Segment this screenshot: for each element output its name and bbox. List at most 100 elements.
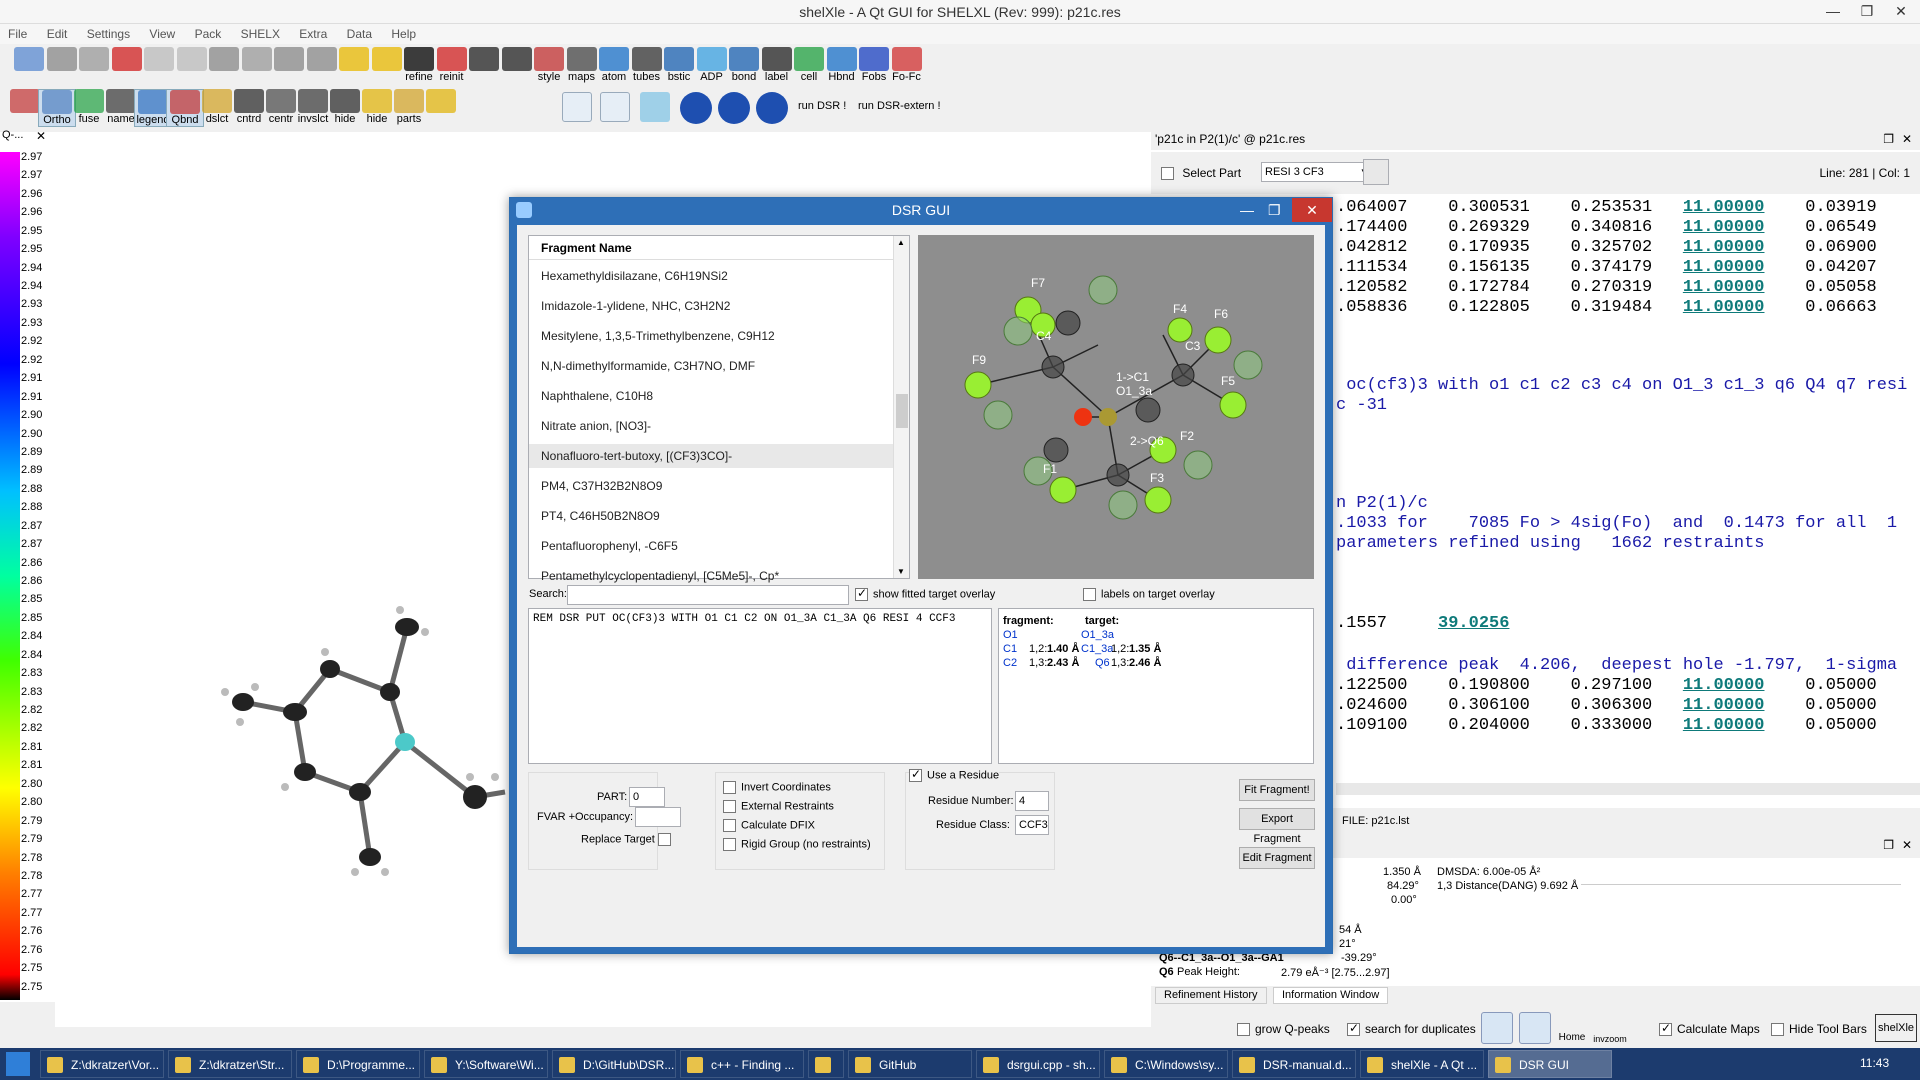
external-restraints-checkbox[interactable] [723, 800, 736, 813]
taskbar-item[interactable] [808, 1050, 844, 1078]
close-legend-icon[interactable]: ✕ [36, 129, 46, 143]
fragment-list-item[interactable]: Imidazole-1-ylidene, NHC, C3H2N2 [529, 294, 895, 318]
grow-qpeaks-checkbox[interactable] [1237, 1023, 1250, 1037]
run-dsr-extern-link[interactable]: run DSR-extern ! [858, 100, 941, 112]
res-file-text[interactable]: .064007 0.300531 0.253531 11.00000 0.039… [1336, 198, 1920, 778]
fragment-list-item[interactable]: N,N-dimethylformamide, C3H7NO, DMF [529, 354, 895, 378]
fragment-list-item[interactable]: Pentafluorophenyl, -C6F5 [529, 534, 895, 558]
hide-toolbars-checkbox[interactable] [1771, 1023, 1784, 1037]
menu-pack[interactable]: Pack [187, 24, 230, 44]
edit-fragment-button[interactable]: Edit Fragment [1239, 847, 1315, 869]
taskbar-item[interactable]: dsrgui.cpp - sh... [976, 1050, 1100, 1078]
menu-data[interactable]: Data [339, 24, 380, 44]
close-icon[interactable]: ✕ [1902, 838, 1912, 852]
taskbar-item[interactable]: D:\Programme... [296, 1050, 420, 1078]
fragment-search-input[interactable] [567, 585, 849, 605]
scroll-down-icon[interactable]: ▼ [897, 567, 905, 576]
toolbar-fofc-button[interactable]: Fo-Fc [888, 47, 926, 85]
maximize-button[interactable]: ❐ [1850, 0, 1884, 24]
menu-help[interactable]: Help [383, 24, 424, 44]
fvar-input[interactable] [635, 807, 681, 827]
taskbar-item[interactable]: Z:\dkratzer\Str... [168, 1050, 292, 1078]
dsr-icon-1[interactable] [680, 92, 712, 124]
dsr-icon-3[interactable] [756, 92, 788, 124]
home-button[interactable]: Home [1555, 1012, 1589, 1044]
font-down-icon [501, 47, 532, 71]
menu-shelx[interactable]: SHELX [233, 24, 288, 44]
replace-target-checkbox[interactable] [657, 833, 671, 846]
taskbar-app-icon [1239, 1057, 1255, 1073]
info-value: DMSDA: 6.00e-05 Å² [1437, 866, 1541, 878]
close-dialog-icon[interactable]: ✕ [1292, 198, 1332, 222]
dsr-command-text[interactable]: REM DSR PUT OC(CF3)3 WITH O1 C1 C2 ON O1… [528, 608, 992, 764]
scrollbar-thumb[interactable] [896, 394, 908, 428]
zoom-in-view-icon[interactable] [562, 92, 592, 122]
zoom-out-view-icon[interactable] [600, 92, 630, 122]
shelxle-button[interactable]: shelXle [1875, 1014, 1917, 1042]
taskbar-item[interactable]: DSR GUI [1488, 1050, 1612, 1078]
fragment-list-item[interactable]: Hexamethyldisilazane, C6H19NSi2 [529, 264, 895, 288]
close-icon[interactable]: ✕ [1902, 128, 1912, 150]
float-icon[interactable]: ❐ [1883, 838, 1894, 852]
fragment-list-scrollbar[interactable]: ▲ ▼ [893, 236, 909, 578]
run-dsr-link[interactable]: run DSR ! [798, 100, 846, 112]
rigid-group-checkbox[interactable] [723, 838, 736, 851]
fragment-list-item[interactable]: Nonafluoro-tert-butoxy, [(CF3)3CO]- [529, 444, 895, 468]
fragment-list-item[interactable]: PT4, C46H50B2N8O9 [529, 504, 895, 528]
minimize-icon[interactable]: — [1240, 198, 1254, 222]
menu-file[interactable]: File [0, 24, 35, 44]
menu-extra[interactable]: Extra [291, 24, 335, 44]
tab-refinement-history[interactable]: Refinement History [1155, 987, 1267, 1004]
menu-edit[interactable]: Edit [39, 24, 76, 44]
zoom-in-icon[interactable] [1481, 1012, 1513, 1044]
part-color-button[interactable] [1363, 159, 1389, 185]
taskbar-app-icon [1111, 1057, 1127, 1073]
eraser-icon[interactable] [640, 92, 670, 122]
resi-select[interactable]: RESI 3 CF3 ▾ [1261, 162, 1371, 182]
refine-icon [404, 47, 434, 71]
select-part-checkbox[interactable] [1161, 167, 1174, 181]
invert-coords-checkbox[interactable] [723, 781, 736, 794]
residue-class-input[interactable]: CCF3 [1015, 815, 1049, 835]
toolbar-skull-button[interactable] [422, 89, 460, 127]
residue-number-input[interactable]: 4 [1015, 791, 1049, 811]
menu-settings[interactable]: Settings [79, 24, 138, 44]
labels-overlay-checkbox[interactable] [1083, 588, 1096, 601]
taskbar-item[interactable]: c++ - Finding ... [680, 1050, 804, 1078]
horizontal-scrollbar[interactable] [1336, 783, 1920, 795]
taskbar-item[interactable]: DSR-manual.d... [1232, 1050, 1356, 1078]
part-spinbox[interactable]: 0 [629, 787, 665, 807]
export-fragment-button[interactable]: Export Fragment [1239, 808, 1315, 845]
dialog-content: Fragment Name Hexamethyldisilazane, C6H1… [517, 225, 1325, 947]
fragment-list-item[interactable]: Naphthalene, C10H8 [529, 384, 895, 408]
use-residue-checkbox[interactable] [909, 767, 922, 782]
tab-information-window[interactable]: Information Window [1273, 987, 1389, 1004]
minimize-button[interactable]: — [1816, 0, 1850, 24]
menu-view[interactable]: View [141, 24, 183, 44]
calculate-maps-checkbox[interactable] [1659, 1021, 1672, 1037]
scroll-up-icon[interactable]: ▲ [897, 238, 905, 247]
fragment-preview[interactable]: F7 F4 F6 C4 C3 F9 1->C1 O1_3a F5 2->Q6 F… [918, 235, 1314, 579]
zoom-out-icon[interactable] [1519, 1012, 1551, 1044]
taskbar-item[interactable]: Z:\dkratzer\Vor... [40, 1050, 164, 1078]
fragment-list-item[interactable]: Mesitylene, 1,3,5-Trimethylbenzene, C9H1… [529, 324, 895, 348]
taskbar-item[interactable]: GitHub [848, 1050, 972, 1078]
qpeak-tick-label: 2.80 [21, 796, 43, 809]
windows-start-icon[interactable] [6, 1052, 30, 1076]
maximize-icon[interactable]: ❐ [1268, 198, 1281, 222]
fragment-list-item[interactable]: PM4, C37H32B2N8O9 [529, 474, 895, 498]
taskbar-item[interactable]: C:\Windows\sy... [1104, 1050, 1228, 1078]
fit-fragment-button[interactable]: Fit Fragment! [1239, 779, 1315, 801]
search-duplicates-checkbox[interactable] [1347, 1021, 1360, 1037]
calc-dfix-checkbox[interactable] [723, 819, 736, 832]
float-icon[interactable]: ❐ [1883, 128, 1894, 150]
close-button[interactable]: ✕ [1884, 0, 1918, 24]
taskbar-item[interactable]: shelXle - A Qt ... [1360, 1050, 1484, 1078]
fragment-list[interactable]: Fragment Name Hexamethyldisilazane, C6H1… [528, 235, 910, 583]
show-overlay-checkbox[interactable] [855, 586, 868, 601]
fragment-list-item[interactable]: Nitrate anion, [NO3]- [529, 414, 895, 438]
taskbar-item[interactable]: D:\GitHub\DSR... [552, 1050, 676, 1078]
taskbar-item[interactable]: Y:\Software\Wi... [424, 1050, 548, 1078]
invzoom-button[interactable]: invzoom [1593, 1012, 1627, 1044]
dsr-icon-2[interactable] [718, 92, 750, 124]
